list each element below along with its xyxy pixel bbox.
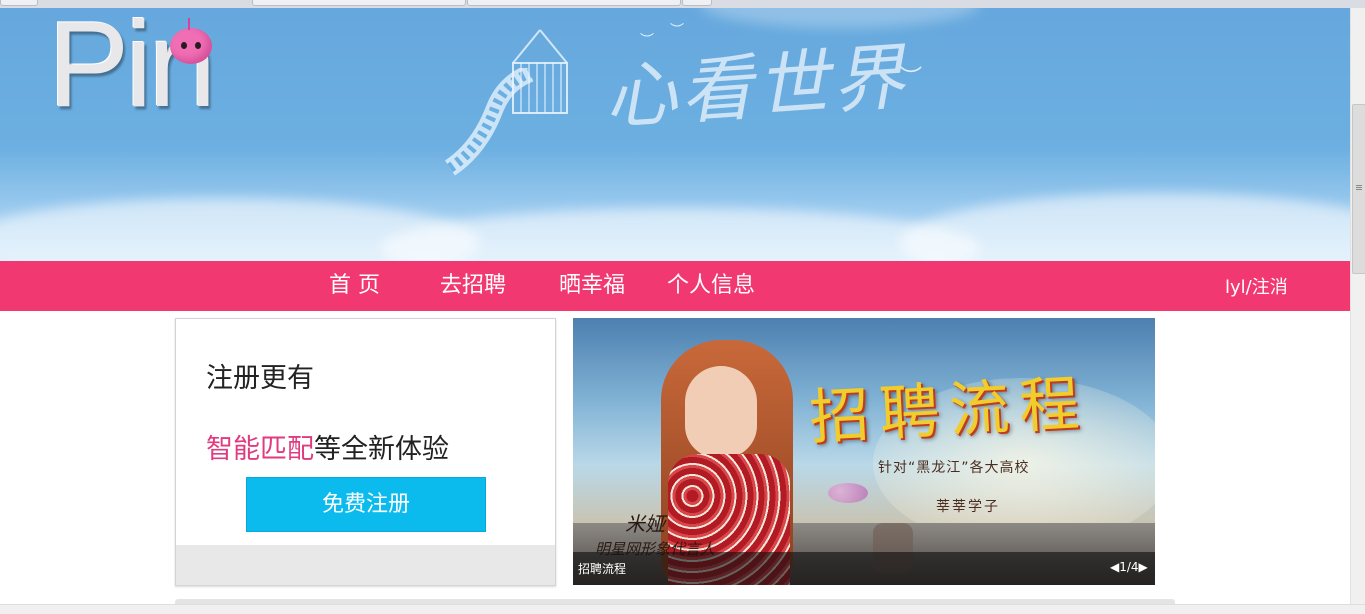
- header-banner: Pin 心看世界 ︶ ︶ ︶: [0, 8, 1350, 261]
- register-subtext: 等全新体验: [314, 434, 449, 465]
- bird-icon: ︶: [900, 66, 923, 91]
- nav-item-recruit[interactable]: 去招聘: [440, 272, 506, 300]
- slide-line2: 莘莘学子: [936, 499, 1000, 515]
- scrollbar-thumb[interactable]: [1352, 104, 1365, 274]
- browser-tab-strip: [0, 0, 1365, 8]
- browser-tab[interactable]: [0, 0, 38, 6]
- register-headline: 注册更有: [206, 363, 314, 394]
- vertical-scrollbar[interactable]: [1350, 8, 1365, 604]
- nav-item-profile[interactable]: 个人信息: [667, 272, 755, 300]
- user-logout-link[interactable]: lyl/注消: [1225, 277, 1288, 299]
- slide-caption: 招聘流程: [578, 562, 627, 576]
- next-arrow-icon[interactable]: ▶: [1139, 560, 1148, 574]
- browser-tab[interactable]: [682, 0, 712, 6]
- browser-tab[interactable]: [467, 0, 681, 6]
- slide-caption-bar: [573, 552, 1155, 585]
- bird-icon: ︶: [670, 23, 684, 39]
- browser-tab[interactable]: [252, 0, 466, 6]
- slide-line1: 针对“黑龙江”各大高校: [878, 460, 1030, 476]
- balloon-basket-icon: [512, 29, 568, 114]
- register-panel: 注册更有 智能匹配等全新体验 免费注册: [175, 318, 556, 586]
- main-nav: 首 页 去招聘 晒幸福 个人信息 lyl/注消: [0, 261, 1350, 311]
- balloons-decoration: [828, 483, 868, 503]
- register-footer: [176, 545, 555, 585]
- logo-mascot-icon: [170, 18, 212, 64]
- register-highlight: 智能匹配: [206, 434, 314, 465]
- nav-item-home[interactable]: 首 页: [329, 272, 380, 300]
- nav-item-happiness[interactable]: 晒幸福: [559, 272, 625, 300]
- slide-title: 招聘流程: [807, 368, 1091, 454]
- bird-icon: ︶: [640, 33, 654, 49]
- slide-pager: ◀1/4▶: [1110, 560, 1148, 574]
- register-subline: 智能匹配等全新体验: [206, 433, 449, 467]
- banner-slideshow[interactable]: 招聘流程 针对“黑龙江”各大高校 莘莘学子 米娅 明星网形象代言人 招聘流程 ◀…: [573, 318, 1155, 585]
- slide-signature: 米娅: [625, 512, 665, 536]
- slide-page-number: 1/4: [1119, 560, 1139, 574]
- free-register-button[interactable]: 免费注册: [246, 477, 486, 532]
- prev-arrow-icon[interactable]: ◀: [1110, 560, 1119, 574]
